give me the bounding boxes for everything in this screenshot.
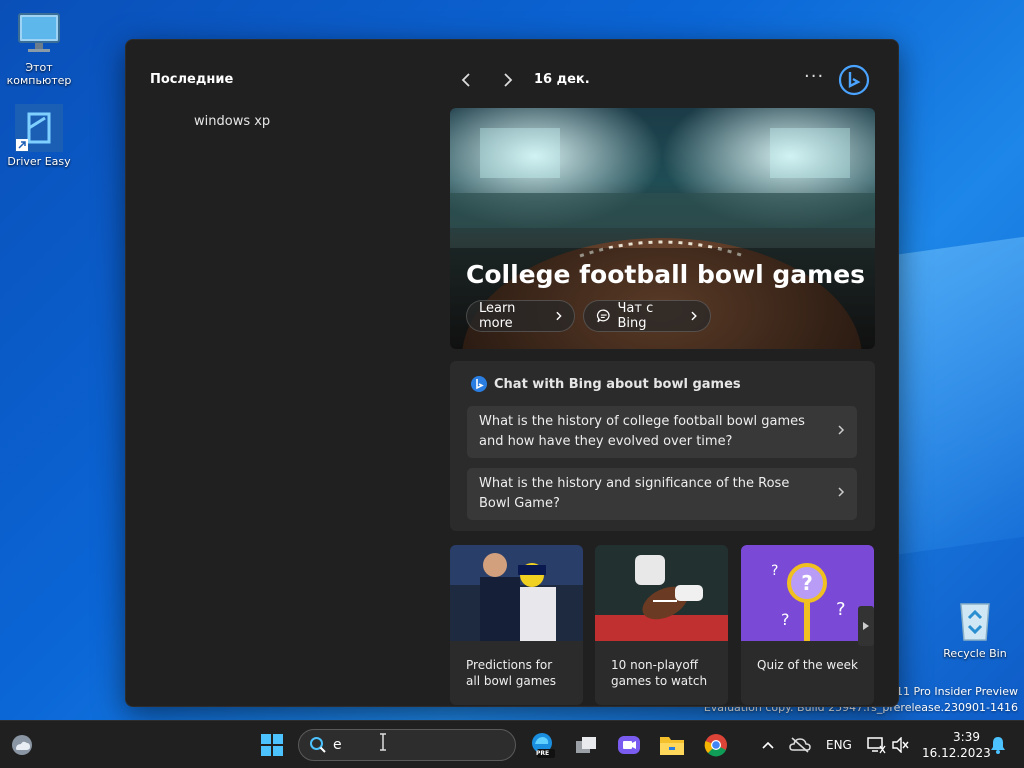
recycle-bin-icon bbox=[951, 596, 999, 644]
task-view-icon bbox=[576, 737, 596, 753]
weather-widget-button[interactable] bbox=[8, 731, 36, 759]
bell-icon bbox=[991, 737, 1005, 754]
windows-logo-icon bbox=[261, 734, 283, 756]
watermark-line1: s 11 Pro Insider Preview bbox=[886, 685, 1018, 698]
chevron-left-icon bbox=[461, 73, 470, 87]
chat-question-text: What is the history of college football … bbox=[479, 414, 805, 449]
tile-quiz[interactable]: ? ? ? ? Quiz of the week bbox=[741, 545, 874, 705]
language-indicator[interactable]: ENG bbox=[826, 738, 852, 752]
cloud-offline-icon bbox=[789, 737, 811, 753]
tile-caption: Predictions for all bowl games bbox=[466, 658, 557, 688]
pre-badge: PRE bbox=[536, 750, 550, 757]
desktop-icon-label: Recycle Bin bbox=[943, 647, 1007, 660]
cloud-icon bbox=[12, 735, 32, 755]
volume-button[interactable] bbox=[886, 731, 914, 759]
bing-chat-button[interactable] bbox=[838, 64, 870, 96]
text-cursor-icon bbox=[378, 733, 388, 755]
desktop-icon-this-pc[interactable]: Этот компьютер bbox=[0, 10, 78, 87]
tile-predictions[interactable]: Predictions for all bowl games bbox=[450, 545, 583, 705]
svg-text:?: ? bbox=[771, 563, 778, 579]
video-chat-icon bbox=[618, 736, 640, 754]
date-label: 16 дек. bbox=[534, 72, 590, 87]
chat-bing-label: Чат с Bing bbox=[617, 301, 654, 331]
svg-text:?: ? bbox=[781, 610, 790, 629]
tile-caption: Quiz of the week bbox=[757, 658, 858, 672]
chevron-right-icon bbox=[555, 311, 562, 321]
file-explorer-button[interactable] bbox=[658, 731, 686, 759]
hero-card[interactable]: College football bowl games Learn more Ч… bbox=[450, 108, 875, 349]
onedrive-button[interactable] bbox=[786, 731, 814, 759]
clock[interactable]: 3:39 16.12.2023 bbox=[922, 729, 991, 761]
task-view-button[interactable] bbox=[572, 731, 600, 759]
taskbar: PRE bbox=[0, 720, 1024, 768]
hero-title: College football bowl games bbox=[466, 260, 866, 289]
bing-icon bbox=[471, 376, 487, 392]
chevron-up-icon bbox=[762, 741, 774, 749]
search-input[interactable] bbox=[333, 737, 493, 753]
chrome-button[interactable] bbox=[702, 731, 730, 759]
more-options-button[interactable]: ··· bbox=[804, 66, 824, 87]
monitor-icon bbox=[15, 10, 63, 58]
network-icon bbox=[867, 737, 886, 754]
tile-non-playoff[interactable]: 10 non-playoff games to watch bbox=[595, 545, 728, 705]
recent-title: Последние bbox=[150, 72, 234, 87]
notifications-button[interactable] bbox=[984, 731, 1012, 759]
bing-icon bbox=[838, 64, 870, 96]
chevron-right-icon bbox=[504, 73, 513, 87]
football-catch-image bbox=[595, 545, 728, 641]
desktop-icon-driver-easy[interactable]: Driver Easy bbox=[0, 104, 78, 168]
speaker-muted-icon bbox=[892, 737, 909, 753]
show-hidden-icons-button[interactable] bbox=[754, 731, 782, 759]
clock-time: 3:39 bbox=[953, 730, 980, 744]
folder-icon bbox=[660, 737, 684, 755]
desktop-icon-label: Driver Easy bbox=[7, 155, 71, 168]
tile-caption: 10 non-playoff games to watch bbox=[611, 658, 708, 688]
chat-with-bing-button[interactable]: Чат с Bing bbox=[583, 300, 711, 332]
chevron-right-icon bbox=[691, 311, 698, 321]
quiz-image: ? ? ? ? bbox=[741, 545, 874, 641]
clock-date: 16.12.2023 bbox=[922, 746, 991, 760]
chrome-icon bbox=[704, 734, 727, 757]
svg-text:?: ? bbox=[801, 571, 813, 595]
chat-bubble-icon bbox=[596, 309, 610, 323]
learn-more-button[interactable]: Learn more bbox=[466, 300, 575, 332]
tiles-scroll-right-button[interactable] bbox=[858, 606, 874, 646]
next-day-button[interactable] bbox=[496, 68, 520, 92]
insider-hub-button[interactable]: PRE bbox=[528, 731, 556, 759]
search-panel: Последние windows xp 16 дек. ··· College… bbox=[125, 39, 899, 707]
chevron-right-icon bbox=[837, 484, 845, 504]
chat-card-title: Chat with Bing about bowl games bbox=[494, 376, 741, 392]
chat-card-header: Chat with Bing about bowl games bbox=[470, 375, 741, 393]
chat-question-1[interactable]: What is the history of college football … bbox=[467, 406, 857, 458]
svg-text:?: ? bbox=[836, 599, 846, 620]
desktop-icon-recycle-bin[interactable]: Recycle Bin bbox=[936, 596, 1014, 660]
chevron-right-icon bbox=[837, 422, 845, 442]
desktop-icon-label: Этот компьютер bbox=[6, 61, 72, 87]
teams-chat-button[interactable] bbox=[615, 731, 643, 759]
driver-easy-icon bbox=[15, 104, 63, 152]
learn-more-label: Learn more bbox=[479, 301, 516, 331]
prev-day-button[interactable] bbox=[454, 68, 478, 92]
start-button[interactable] bbox=[258, 731, 286, 759]
chat-question-2[interactable]: What is the history and significance of … bbox=[467, 468, 857, 520]
bing-chat-card: Chat with Bing about bowl games What is … bbox=[450, 361, 875, 531]
taskbar-search-box[interactable] bbox=[298, 729, 516, 761]
chat-question-text: What is the history and significance of … bbox=[479, 476, 790, 511]
search-icon bbox=[310, 737, 326, 753]
recent-item-windows-xp[interactable]: windows xp bbox=[194, 114, 270, 129]
play-arrow-icon bbox=[863, 622, 869, 630]
coaches-image bbox=[450, 545, 583, 641]
